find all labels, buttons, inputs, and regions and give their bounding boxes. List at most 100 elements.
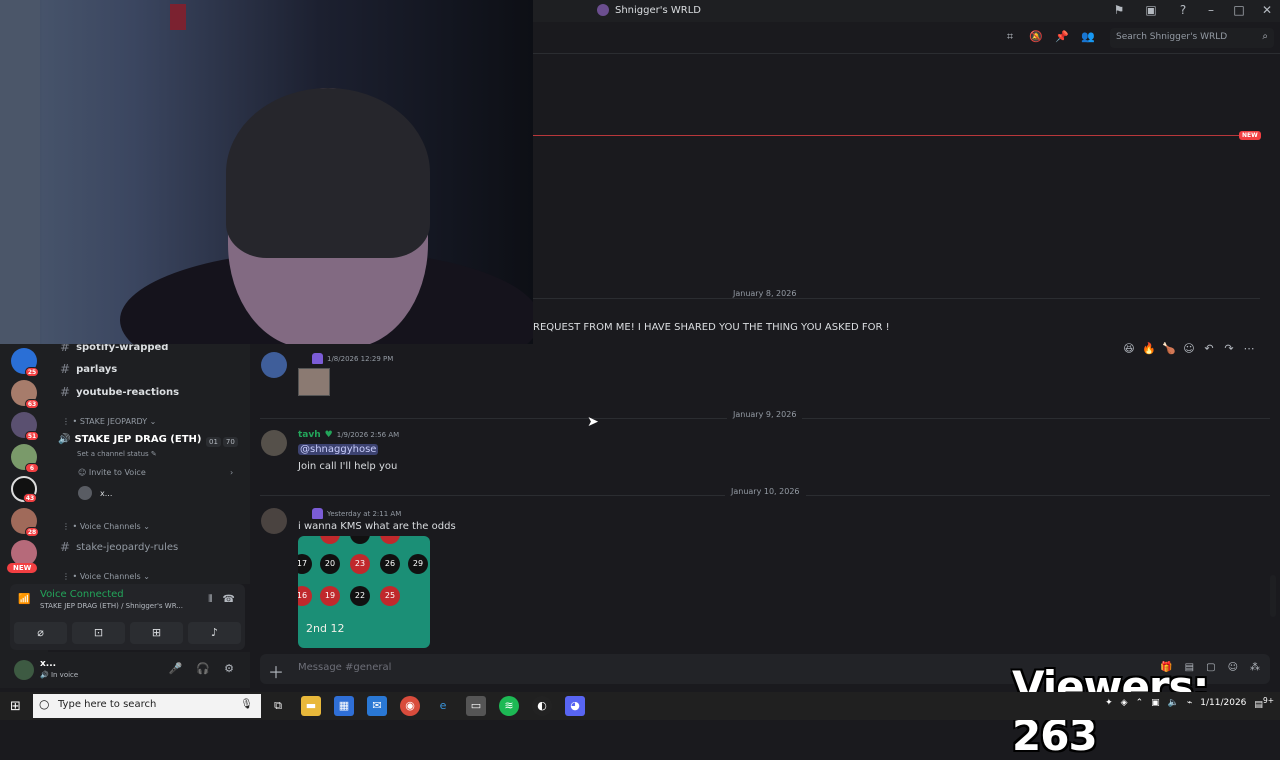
voice-connected-panel: 📶 Voice Connected STAKE JEP DRAG (ETH) /… [10, 584, 245, 650]
add-reaction-icon[interactable]: ☺ [1182, 342, 1196, 356]
spotify-icon[interactable]: ≋ [499, 696, 519, 716]
microphone-icon[interactable]: 🎙 [240, 699, 253, 710]
server-icon[interactable]: 6 [11, 444, 39, 473]
server-icon[interactable]: 63 [11, 380, 39, 409]
server-icon[interactable]: 43 [11, 476, 37, 503]
avatar[interactable] [261, 352, 287, 378]
help-icon[interactable]: ? [1176, 3, 1190, 17]
more-options-icon[interactable]: ⋯ [1242, 342, 1256, 356]
network-icon[interactable]: ⌁ [1187, 698, 1192, 708]
set-channel-status[interactable]: Set a channel status ✎ [77, 450, 157, 458]
channel-header: ⌗ 🔕 📌 👥 Search Shnigger's WRLD ⌕ [533, 22, 1280, 54]
reaction-laugh[interactable]: 😆 [1122, 342, 1136, 356]
activities-button[interactable]: ⊞ [130, 622, 183, 644]
speaker-icon: 🔊 [58, 434, 71, 445]
category-voice-channels[interactable]: ⋮ • Voice Channels ⌄ [62, 522, 150, 531]
invite-to-voice[interactable]: ☺ Invite to Voice › [78, 468, 233, 477]
server-icon[interactable]: 25 [11, 348, 39, 377]
roulette-image-attachment[interactable]: 21 24 27 17 20 23 26 29 16 19 22 25 2nd … [298, 536, 430, 648]
maximize-icon[interactable]: □ [1232, 3, 1246, 17]
noise-suppression-icon[interactable]: ⦀ [208, 594, 212, 605]
chevron-up-icon[interactable]: ⌃ [1136, 698, 1144, 708]
channel-youtube-reactions[interactable]: # youtube-reactions [60, 385, 179, 399]
taskbar-clock[interactable]: 1/11/2026 [1200, 697, 1247, 708]
flag-icon[interactable]: ⚑ [1112, 3, 1126, 17]
category-stake-jeopardy[interactable]: ⋮ • STAKE JEOPARDY ⌄ [62, 417, 156, 426]
voice-status[interactable]: Voice Connected [40, 589, 124, 600]
search-placeholder: Search Shnigger's WRLD [1116, 32, 1228, 42]
close-icon[interactable]: ✕ [1260, 3, 1274, 17]
new-servers-badge[interactable]: NEW [7, 563, 38, 573]
chat-scrollbar[interactable] [1270, 575, 1276, 617]
notifications-icon[interactable]: ▤9+ [1254, 696, 1274, 710]
avatar[interactable] [261, 430, 287, 456]
app-icon[interactable]: ▭ [466, 696, 486, 716]
mail-icon[interactable]: ✉ [367, 696, 387, 716]
roulette-number: 17 [298, 554, 312, 574]
reaction-fire[interactable]: 🔥 [1142, 342, 1156, 356]
user-mention[interactable]: @shnaggyhose [298, 444, 379, 455]
pin-icon[interactable]: 📌 [1055, 30, 1069, 44]
message-text: i wanna KMS what are the odds [298, 521, 456, 532]
timestamp: 1/8/2026 12:29 PM [327, 354, 394, 363]
channel-list: # spotify-wrapped # parlays # youtube-react… [48, 344, 250, 584]
server-icon[interactable]: 51 [11, 412, 39, 441]
server-title: Shnigger's WRLD [597, 4, 701, 16]
task-view-icon[interactable]: ⧉ [268, 696, 288, 716]
tray-app-icon[interactable]: ✦ [1105, 698, 1113, 708]
minimize-icon[interactable]: – [1204, 3, 1218, 17]
members-icon[interactable]: 👥 [1081, 30, 1095, 44]
unread-badge: 6 [25, 463, 39, 473]
voice-member[interactable]: x... [78, 486, 112, 500]
reply-icon[interactable]: ↶ [1202, 342, 1216, 356]
discord-icon[interactable]: ◕ [565, 696, 585, 716]
channel-parlays[interactable]: # parlays [60, 362, 117, 376]
microphone-icon[interactable]: 🎤 [169, 662, 183, 675]
hash-icon: # [60, 362, 71, 376]
mute-bell-icon[interactable]: 🔕 [1029, 30, 1043, 44]
screen-share-button[interactable]: ⊡ [72, 622, 125, 644]
disconnect-icon[interactable]: ☎ [223, 594, 235, 605]
system-tray: ✦ ◈ ⌃ ▣ 🔈 ⌁ 1/11/2026 ▤9+ [1105, 696, 1274, 710]
chrome-icon[interactable]: ◉ [400, 696, 420, 716]
obs-icon[interactable]: ◐ [532, 696, 552, 716]
date-divider [533, 298, 1260, 299]
settings-gear-icon[interactable]: ⚙ [224, 662, 234, 675]
avatar[interactable] [14, 660, 34, 680]
file-explorer-icon[interactable]: ▬ [301, 696, 321, 716]
message-header: tavh ♥ 1/9/2026 2:56 AM [298, 430, 399, 440]
server-icon[interactable]: 28 [11, 508, 39, 537]
avatar [78, 486, 92, 500]
inbox-icon[interactable]: ▣ [1144, 3, 1158, 17]
search-icon: ⌕ [1262, 31, 1268, 42]
username[interactable]: tavh [298, 430, 321, 440]
volume-icon[interactable]: 🔈 [1168, 698, 1179, 708]
chevron-right-icon: › [230, 468, 234, 477]
windows-start-icon[interactable]: ⊞ [10, 699, 21, 714]
edge-icon[interactable]: e [433, 696, 453, 716]
tray-app-icon-3[interactable]: ▣ [1151, 698, 1160, 708]
threads-icon[interactable]: ⌗ [1003, 30, 1017, 44]
forward-icon[interactable]: ↷ [1222, 342, 1236, 356]
add-attachment-icon[interactable]: ＋ [268, 659, 284, 683]
search-input[interactable]: Search Shnigger's WRLD ⌕ [1110, 28, 1274, 48]
taskbar-search[interactable]: ○ Type here to search 🎙 [33, 694, 261, 718]
taskbar-date: 1/11/2026 [1200, 697, 1247, 708]
camera-off-button[interactable]: ⌀ [14, 622, 67, 644]
tray-app-icon-2[interactable]: ◈ [1121, 698, 1128, 708]
category-voice-channels-2[interactable]: ⋮ • Voice Channels ⌄ [62, 572, 150, 581]
category-name: Voice Channels [79, 572, 141, 581]
headphones-icon[interactable]: 🎧 [196, 662, 210, 675]
username: x... [40, 659, 57, 669]
store-icon[interactable]: ▦ [334, 696, 354, 716]
avatar[interactable] [261, 508, 287, 534]
channel-stake-jeopardy-rules[interactable]: # stake-jeopardy-rules [60, 540, 178, 554]
roulette-label: 2nd 12 [306, 622, 345, 635]
channel-spotify-wrapped[interactable]: # spotify-wrapped [60, 344, 168, 354]
pencil-icon: ✎ [150, 450, 157, 458]
image-attachment[interactable] [298, 368, 330, 396]
reaction-drumstick[interactable]: 🍗 [1162, 342, 1176, 356]
soundboard-button[interactable]: ♪ [188, 622, 241, 644]
webcam-overlay [0, 0, 533, 344]
date-label: January 9, 2026 [727, 410, 803, 419]
